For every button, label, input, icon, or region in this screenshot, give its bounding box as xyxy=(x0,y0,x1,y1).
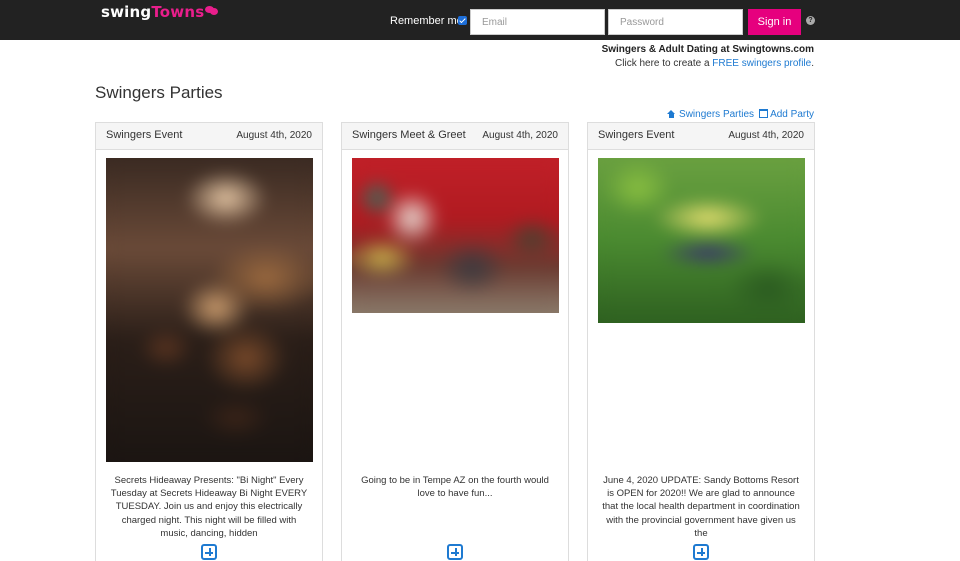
expand-plus-icon[interactable] xyxy=(693,544,709,560)
remember-me-checkbox[interactable] xyxy=(458,16,467,25)
party-card[interactable]: Swingers Meet & Greet August 4th, 2020 G… xyxy=(341,122,569,561)
add-party-label: Add Party xyxy=(770,109,814,120)
card-header: Swingers Meet & Greet August 4th, 2020 xyxy=(342,123,568,150)
party-card[interactable]: Swingers Event August 4th, 2020 Secrets … xyxy=(95,122,323,561)
expand-plus-icon[interactable] xyxy=(447,544,463,560)
party-image[interactable] xyxy=(352,158,559,313)
card-title: Swingers Event xyxy=(598,129,675,141)
email-field[interactable]: Email xyxy=(470,9,605,35)
card-title: Swingers Meet & Greet xyxy=(352,129,466,141)
promo-line: Click here to create a FREE swingers pro… xyxy=(615,58,814,69)
expand-plus-icon[interactable] xyxy=(201,544,217,560)
top-bar: swingTowns Remember me Email Password Si… xyxy=(0,0,960,40)
promo-suffix: . xyxy=(811,58,814,69)
home-icon xyxy=(667,110,676,118)
promo-prefix: Click here to create a xyxy=(615,58,713,69)
password-field[interactable]: Password xyxy=(608,9,743,35)
help-icon[interactable]: ? xyxy=(806,16,815,25)
card-description: June 4, 2020 UPDATE: Sandy Bottoms Resor… xyxy=(602,475,800,539)
card-description: Secrets Hideaway Presents: "Bi Night" Ev… xyxy=(110,475,308,539)
party-card[interactable]: Swingers Event August 4th, 2020 June 4, … xyxy=(587,122,815,561)
card-header: Swingers Event August 4th, 2020 xyxy=(96,123,322,150)
party-image[interactable] xyxy=(106,158,313,462)
calendar-icon xyxy=(758,109,768,118)
logo[interactable]: swingTowns xyxy=(101,3,219,21)
card-date: August 4th, 2020 xyxy=(482,130,558,141)
promo-headline: Swingers & Adult Dating at Swingtowns.co… xyxy=(601,44,814,55)
card-title: Swingers Event xyxy=(106,129,183,141)
swingers-parties-link[interactable]: Swingers Parties xyxy=(667,109,754,120)
remember-me-label: Remember me xyxy=(390,15,463,27)
party-image[interactable] xyxy=(598,158,805,323)
chat-bubbles-icon xyxy=(205,6,219,16)
card-header: Swingers Event August 4th, 2020 xyxy=(588,123,814,150)
logo-text-towns: Towns xyxy=(151,3,205,21)
party-links: Swingers Parties Add Party xyxy=(667,109,814,120)
free-profile-link[interactable]: FREE swingers profile xyxy=(712,58,811,69)
swingers-parties-label: Swingers Parties xyxy=(679,109,755,120)
card-description: Going to be in Tempe AZ on the fourth wo… xyxy=(361,475,549,500)
sign-in-button[interactable]: Sign in xyxy=(748,9,801,35)
page-title: Swingers Parties xyxy=(95,83,223,102)
logo-text-swing: swing xyxy=(101,3,152,21)
card-date: August 4th, 2020 xyxy=(236,130,312,141)
add-party-link[interactable]: Add Party xyxy=(757,109,814,120)
card-date: August 4th, 2020 xyxy=(728,130,804,141)
